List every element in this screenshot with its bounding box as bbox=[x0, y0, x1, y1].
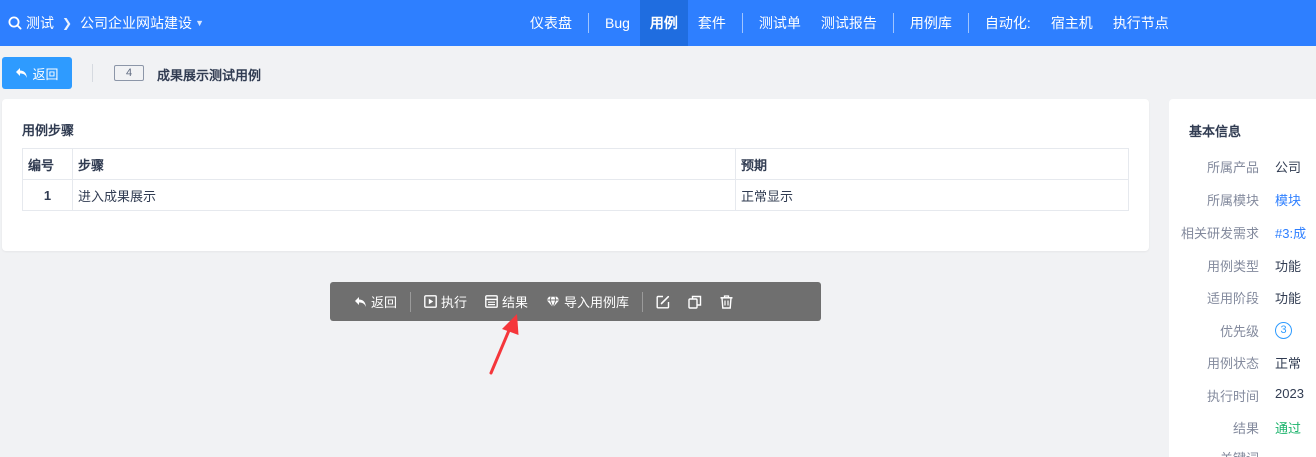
edit-icon bbox=[656, 295, 670, 308]
top-navbar: 测试 ❯ 公司企业网站建设 ▼ 仪表盘 Bug 用例 套件 测试单 测试报告 用… bbox=[0, 0, 1316, 46]
info-value: 2023 bbox=[1275, 386, 1304, 401]
info-row-priority: 优先级 3 bbox=[1169, 321, 1316, 341]
info-row-status: 用例状态 正常 bbox=[1169, 353, 1316, 373]
annotation-arrow-icon bbox=[489, 314, 519, 375]
chevron-right-icon: ❯ bbox=[62, 16, 73, 30]
run-button[interactable]: 执行 bbox=[415, 282, 476, 321]
copy-icon bbox=[688, 295, 702, 309]
info-row-result: 结果 通过 bbox=[1169, 418, 1316, 438]
nav-suite[interactable]: 套件 bbox=[688, 0, 736, 46]
toolbar-divider bbox=[642, 291, 644, 312]
info-row-exec-time: 执行时间 2023 bbox=[1169, 386, 1316, 406]
info-label: 所属模块 bbox=[1206, 193, 1259, 208]
search-icon[interactable] bbox=[8, 16, 22, 30]
info-label: 执行时间 bbox=[1206, 389, 1259, 404]
nav-bug[interactable]: Bug bbox=[595, 0, 640, 46]
product-link[interactable]: 测试 bbox=[26, 13, 54, 33]
info-label: 结果 bbox=[1232, 421, 1259, 436]
run-button-label: 执行 bbox=[441, 295, 468, 310]
info-row-product: 所属产品 公司 bbox=[1169, 157, 1316, 177]
nav-automation[interactable]: 自动化: bbox=[975, 0, 1041, 46]
nav-caselib[interactable]: 用例库 bbox=[900, 0, 962, 46]
info-row-module: 所属模块 模块 bbox=[1169, 190, 1316, 210]
breadcrumb: 测试 ❯ 公司企业网站建设 ▼ bbox=[8, 0, 204, 46]
page-title: 成果展示测试用例 bbox=[157, 68, 262, 83]
steps-section-title: 用例步骤 bbox=[22, 123, 75, 138]
info-label: 用例类型 bbox=[1206, 259, 1259, 274]
project-switcher[interactable]: 公司企业网站建设 bbox=[80, 13, 192, 33]
step-description: 进入成果展示 bbox=[72, 179, 736, 211]
step-number: 1 bbox=[22, 179, 73, 211]
delete-button[interactable] bbox=[711, 282, 742, 321]
caret-down-icon[interactable]: ▼ bbox=[195, 18, 204, 28]
table-icon bbox=[485, 295, 498, 308]
nav-divider bbox=[892, 13, 894, 33]
column-header-step: 步骤 bbox=[72, 148, 736, 180]
info-value: 功能 bbox=[1275, 291, 1302, 306]
back-button[interactable]: 返回 bbox=[2, 57, 72, 89]
column-header-number: 编号 bbox=[22, 148, 73, 180]
nav-testreport[interactable]: 测试报告 bbox=[811, 0, 887, 46]
edit-button[interactable] bbox=[647, 282, 679, 321]
info-row-stage: 适用阶段 功能 bbox=[1169, 288, 1316, 308]
basic-info-title: 基本信息 bbox=[1189, 124, 1242, 139]
nav-divider bbox=[588, 13, 589, 33]
header-divider bbox=[92, 64, 93, 82]
play-icon bbox=[424, 295, 437, 308]
story-link[interactable]: #3:成 bbox=[1275, 223, 1306, 243]
info-label: 关键词 bbox=[1169, 448, 1275, 457]
info-label: 优先级 bbox=[1219, 324, 1259, 339]
undo-arrow-icon bbox=[355, 296, 366, 307]
import-caselib-button[interactable]: 导入用例库 bbox=[537, 282, 638, 321]
table-row: 1 进入成果展示 正常显示 bbox=[22, 179, 1129, 211]
nav-testcase[interactable]: 用例 bbox=[639, 0, 688, 46]
step-expected: 正常显示 bbox=[735, 179, 1129, 211]
toolbar-back-button[interactable]: 返回 bbox=[345, 282, 406, 321]
import-caselib-label: 导入用例库 bbox=[564, 295, 630, 310]
info-label: 用例状态 bbox=[1206, 356, 1259, 371]
table-header-row: 编号 步骤 预期 bbox=[22, 148, 1129, 180]
nav-host[interactable]: 宿主机 bbox=[1041, 0, 1103, 46]
toolbar-back-label: 返回 bbox=[371, 295, 398, 310]
steps-card: 用例步骤 编号 步骤 预期 1 进入成果展示 正常显示 bbox=[2, 99, 1149, 251]
info-value: 功能 bbox=[1275, 259, 1302, 274]
undo-arrow-icon bbox=[16, 68, 28, 78]
diamond-icon bbox=[546, 296, 560, 308]
module-link[interactable]: 模块 bbox=[1275, 190, 1301, 210]
info-value: 正常 bbox=[1275, 356, 1302, 371]
copy-button[interactable] bbox=[679, 282, 711, 321]
trash-icon bbox=[720, 294, 733, 309]
action-toolbar: 返回 执行 结果 导入用例库 bbox=[330, 282, 821, 321]
column-header-expect: 预期 bbox=[735, 148, 1129, 180]
result-value: 通过 bbox=[1275, 421, 1302, 436]
back-button-label: 返回 bbox=[32, 66, 59, 82]
nav-exec-node[interactable]: 执行节点 bbox=[1103, 0, 1179, 46]
nav-testtask[interactable]: 测试单 bbox=[749, 0, 811, 46]
case-id-badge: 4 bbox=[114, 65, 144, 81]
toolbar-divider bbox=[410, 291, 412, 312]
info-label: 适用阶段 bbox=[1206, 291, 1259, 306]
nav-divider bbox=[741, 13, 743, 33]
steps-table: 编号 步骤 预期 1 进入成果展示 正常显示 bbox=[22, 148, 1129, 211]
info-value: 公司 bbox=[1275, 160, 1302, 175]
page-header: 返回 4 成果展示测试用例 bbox=[0, 46, 1316, 100]
info-row-story: 相关研发需求 #3:成 bbox=[1169, 223, 1316, 243]
nav-dashboard[interactable]: 仪表盘 bbox=[520, 0, 582, 46]
info-label: 相关研发需求 bbox=[1180, 226, 1259, 241]
main-menu: 仪表盘 Bug 用例 套件 测试单 测试报告 用例库 自动化: 宿主机 执行节点 bbox=[520, 0, 1179, 46]
info-label: 所属产品 bbox=[1206, 160, 1259, 175]
info-row-type: 用例类型 功能 bbox=[1169, 256, 1316, 276]
priority-badge: 3 bbox=[1275, 321, 1292, 339]
basic-info-panel: 基本信息 所属产品 公司 所属模块 模块 相关研发需求 #3:成 用例类型 功能… bbox=[1169, 99, 1316, 457]
info-row-keywords: 关键词 bbox=[1169, 448, 1316, 457]
nav-divider bbox=[967, 13, 969, 33]
